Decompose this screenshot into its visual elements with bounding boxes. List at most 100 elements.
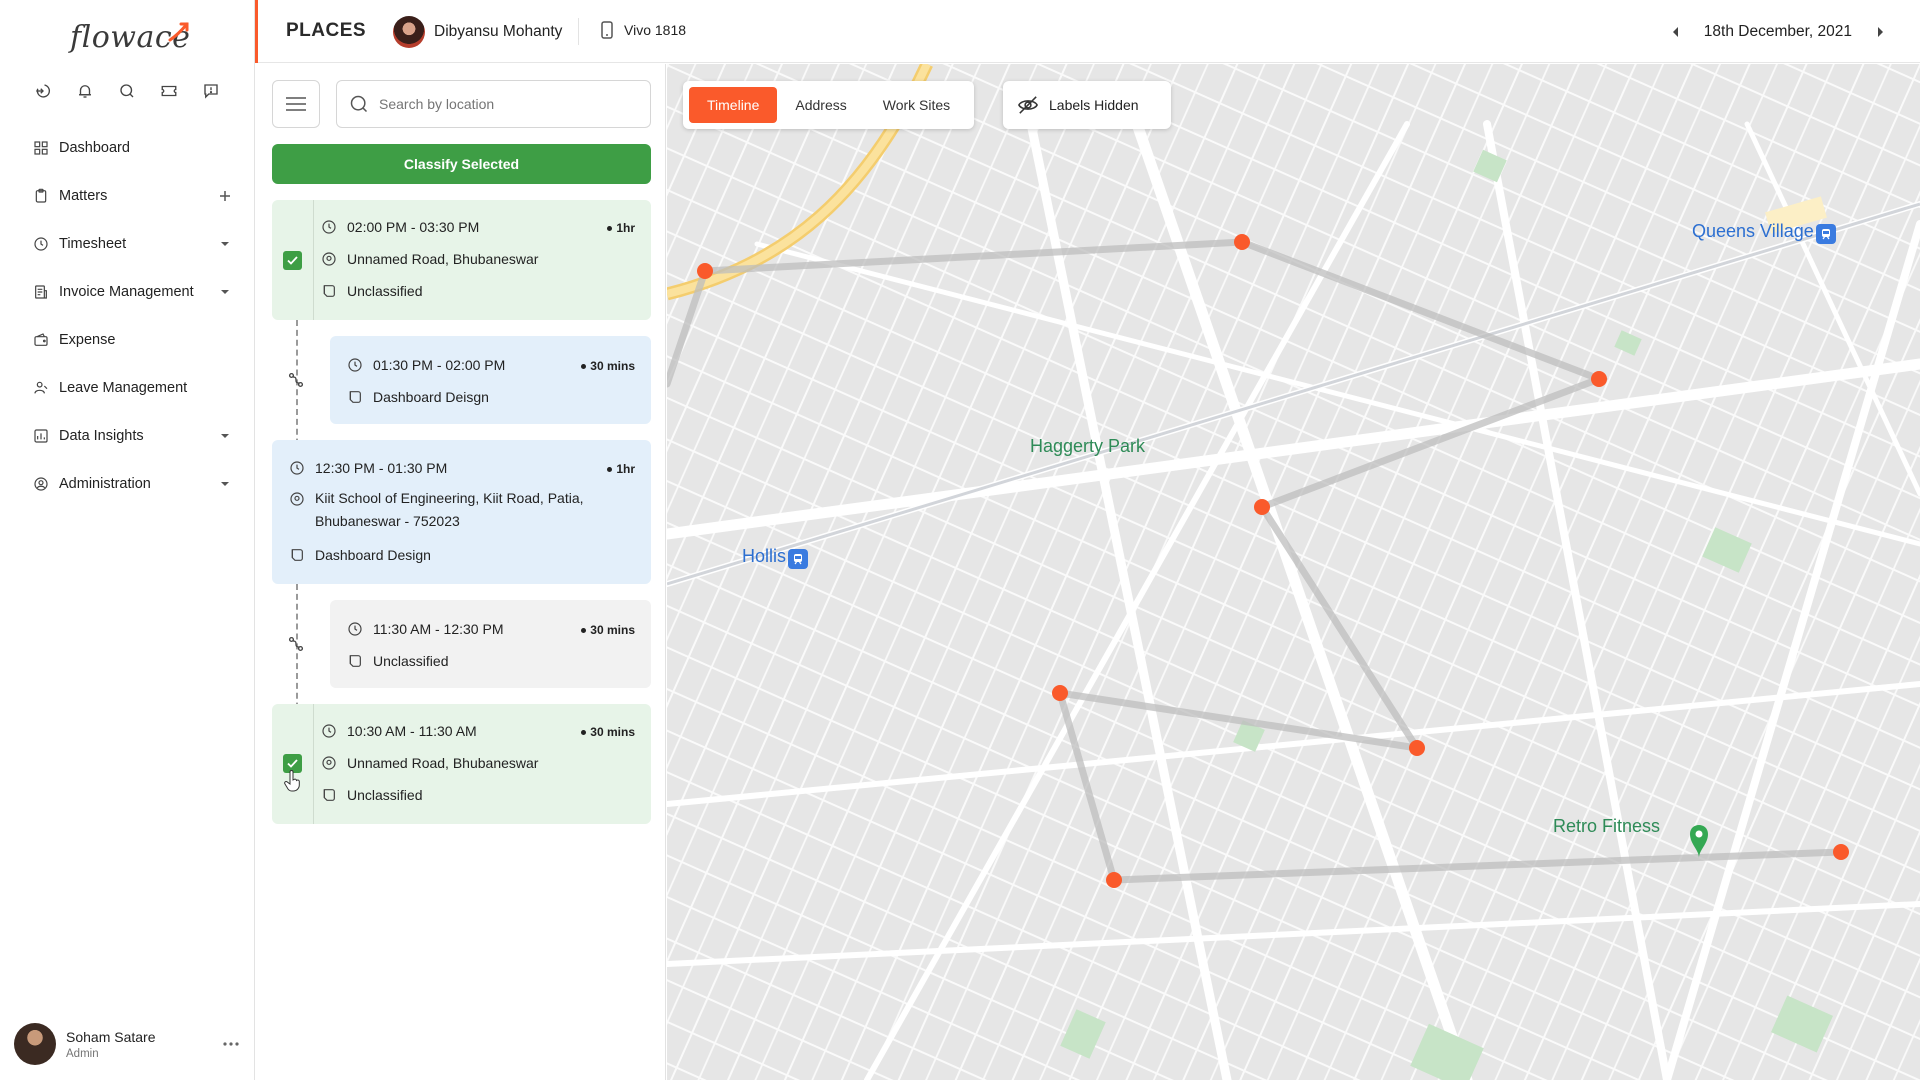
location-pin-icon xyxy=(320,250,338,268)
check-icon xyxy=(287,256,298,265)
phone-icon xyxy=(600,21,614,39)
place-card[interactable]: 02:00 PM - 03:30 PM 1hr Unnamed Road, Bh… xyxy=(272,200,651,320)
nav-matters[interactable]: Matters xyxy=(0,172,255,220)
member-selector[interactable]: Dibyansu Mohanty xyxy=(393,15,562,48)
clipboard-icon xyxy=(32,187,50,205)
bell-icon[interactable] xyxy=(74,80,96,102)
list-menu-button[interactable] xyxy=(272,80,320,128)
nav-label: Matters xyxy=(59,188,108,204)
tag-icon xyxy=(346,652,364,670)
current-user[interactable]: Soham Satare Admin xyxy=(14,1022,242,1066)
map-label-text: Hollis xyxy=(742,546,787,566)
prev-date-icon[interactable] xyxy=(1664,20,1688,44)
route-icon xyxy=(286,634,306,654)
caret-down-icon[interactable] xyxy=(217,476,233,492)
location-text: Unnamed Road, Bhubaneswar xyxy=(347,755,539,771)
train-station-icon xyxy=(788,549,809,569)
clock-icon xyxy=(346,356,364,374)
search-icon[interactable] xyxy=(116,80,138,102)
tag-row[interactable]: Dashboard Design xyxy=(288,546,431,564)
current-date: 18th December, 2021 xyxy=(1703,23,1852,40)
time-row: 12:30 PM - 01:30 PM xyxy=(288,459,447,477)
logo-swoosh-icon xyxy=(168,22,189,42)
nav-data-insights[interactable]: Data Insights xyxy=(0,412,255,460)
search-input[interactable] xyxy=(379,96,639,112)
feedback-icon[interactable] xyxy=(200,80,222,102)
classify-selected-button[interactable]: Classify Selected xyxy=(272,144,651,184)
logout-icon[interactable] xyxy=(32,80,54,102)
tag-row[interactable]: Dashboard Deisgn xyxy=(346,388,489,406)
tag-row[interactable]: Unclassified xyxy=(346,652,448,670)
labels-toggle-button[interactable]: Labels Hidden xyxy=(1003,81,1171,129)
location-marker xyxy=(1833,844,1849,860)
time-row: 01:30 PM - 02:00 PM xyxy=(346,356,505,374)
clock-icon xyxy=(320,218,338,236)
tag-text: Dashboard Deisgn xyxy=(373,389,489,405)
user-info: Soham Satare Admin xyxy=(66,1029,220,1060)
map-label-haggerty-park: Haggerty Park xyxy=(1030,436,1146,456)
nav-dashboard[interactable]: Dashboard xyxy=(0,124,255,172)
tab-work-sites[interactable]: Work Sites xyxy=(865,87,968,123)
location-marker xyxy=(1234,234,1250,250)
nav-label: Expense xyxy=(59,332,116,348)
tag-icon xyxy=(288,546,306,564)
tag-row[interactable]: Unclassified xyxy=(320,786,422,804)
map-canvas[interactable] xyxy=(667,64,1920,1080)
time-row: 11:30 AM - 12:30 PM xyxy=(346,620,503,638)
travel-card[interactable]: 11:30 AM - 12:30 PM 30 mins Unclassified xyxy=(330,600,651,688)
nav-invoice-management[interactable]: Invoice Management xyxy=(0,268,255,316)
more-options-icon[interactable] xyxy=(220,1033,242,1055)
tag-row[interactable]: Unclassified xyxy=(320,282,422,300)
ticket-icon[interactable] xyxy=(158,80,180,102)
nav-leave-management[interactable]: Leave Management xyxy=(0,364,255,412)
nav-label: Leave Management xyxy=(59,380,188,396)
add-matter-plus-icon[interactable] xyxy=(217,188,233,204)
time-range: 10:30 AM - 11:30 AM xyxy=(347,723,477,739)
chart-icon xyxy=(32,427,50,445)
time-range: 11:30 AM - 12:30 PM xyxy=(373,621,504,637)
travel-card[interactable]: 01:30 PM - 02:00 PM 30 mins Dashboard De… xyxy=(330,336,651,424)
device-selector[interactable]: Vivo 1818 xyxy=(600,21,686,39)
accent-bar xyxy=(255,0,258,63)
wallet-icon xyxy=(32,331,50,349)
location-row: Unnamed Road, Bhubaneswar xyxy=(320,754,538,772)
tab-timeline[interactable]: Timeline xyxy=(689,87,778,123)
location-search xyxy=(336,80,651,128)
tag-icon xyxy=(320,282,338,300)
admin-icon xyxy=(32,475,50,493)
caret-down-icon[interactable] xyxy=(217,428,233,444)
time-range: 12:30 PM - 01:30 PM xyxy=(315,460,448,476)
sidebar: flowace Dashboard Matters Timesheet Invo… xyxy=(0,0,255,1080)
check-icon xyxy=(287,759,298,768)
map-view[interactable]: Queens Village Haggerty Park Hollis Retr… xyxy=(667,64,1920,1080)
hand-cursor-icon xyxy=(284,770,300,792)
map-label-queens-village: Queens Village xyxy=(1692,221,1836,244)
flowace-logo[interactable]: flowace xyxy=(68,18,192,62)
tag-text: Unclassified xyxy=(347,283,423,299)
nav-administration[interactable]: Administration xyxy=(0,460,255,508)
duration-badge: 1hr xyxy=(607,462,635,476)
location-marker xyxy=(1106,872,1122,888)
time-range: 02:00 PM - 03:30 PM xyxy=(347,219,480,235)
location-marker xyxy=(1591,371,1607,387)
duration-text: 30 mins xyxy=(590,359,635,373)
caret-down-icon[interactable] xyxy=(217,284,233,300)
grid-icon xyxy=(32,139,50,157)
nav-timesheet[interactable]: Timesheet xyxy=(0,220,255,268)
next-date-icon[interactable] xyxy=(1868,20,1892,44)
clock-icon xyxy=(288,459,306,477)
eye-off-icon xyxy=(1017,95,1039,115)
location-marker xyxy=(1052,685,1068,701)
caret-down-icon[interactable] xyxy=(217,236,233,252)
place-card[interactable]: 12:30 PM - 01:30 PM 1hr Kiit School of E… xyxy=(272,440,651,584)
time-range: 01:30 PM - 02:00 PM xyxy=(373,357,506,373)
place-card[interactable]: 10:30 AM - 11:30 AM 30 mins Unnamed Road… xyxy=(272,704,651,824)
location-pin-icon xyxy=(288,490,306,508)
invoice-icon xyxy=(32,283,50,301)
tab-address[interactable]: Address xyxy=(777,87,864,123)
route-icon xyxy=(286,370,306,390)
nav-expense[interactable]: Expense xyxy=(0,316,255,364)
location-text: Unnamed Road, Bhubaneswar xyxy=(347,251,539,267)
page-title: PLACES xyxy=(286,20,367,41)
select-checkbox[interactable] xyxy=(283,251,302,270)
